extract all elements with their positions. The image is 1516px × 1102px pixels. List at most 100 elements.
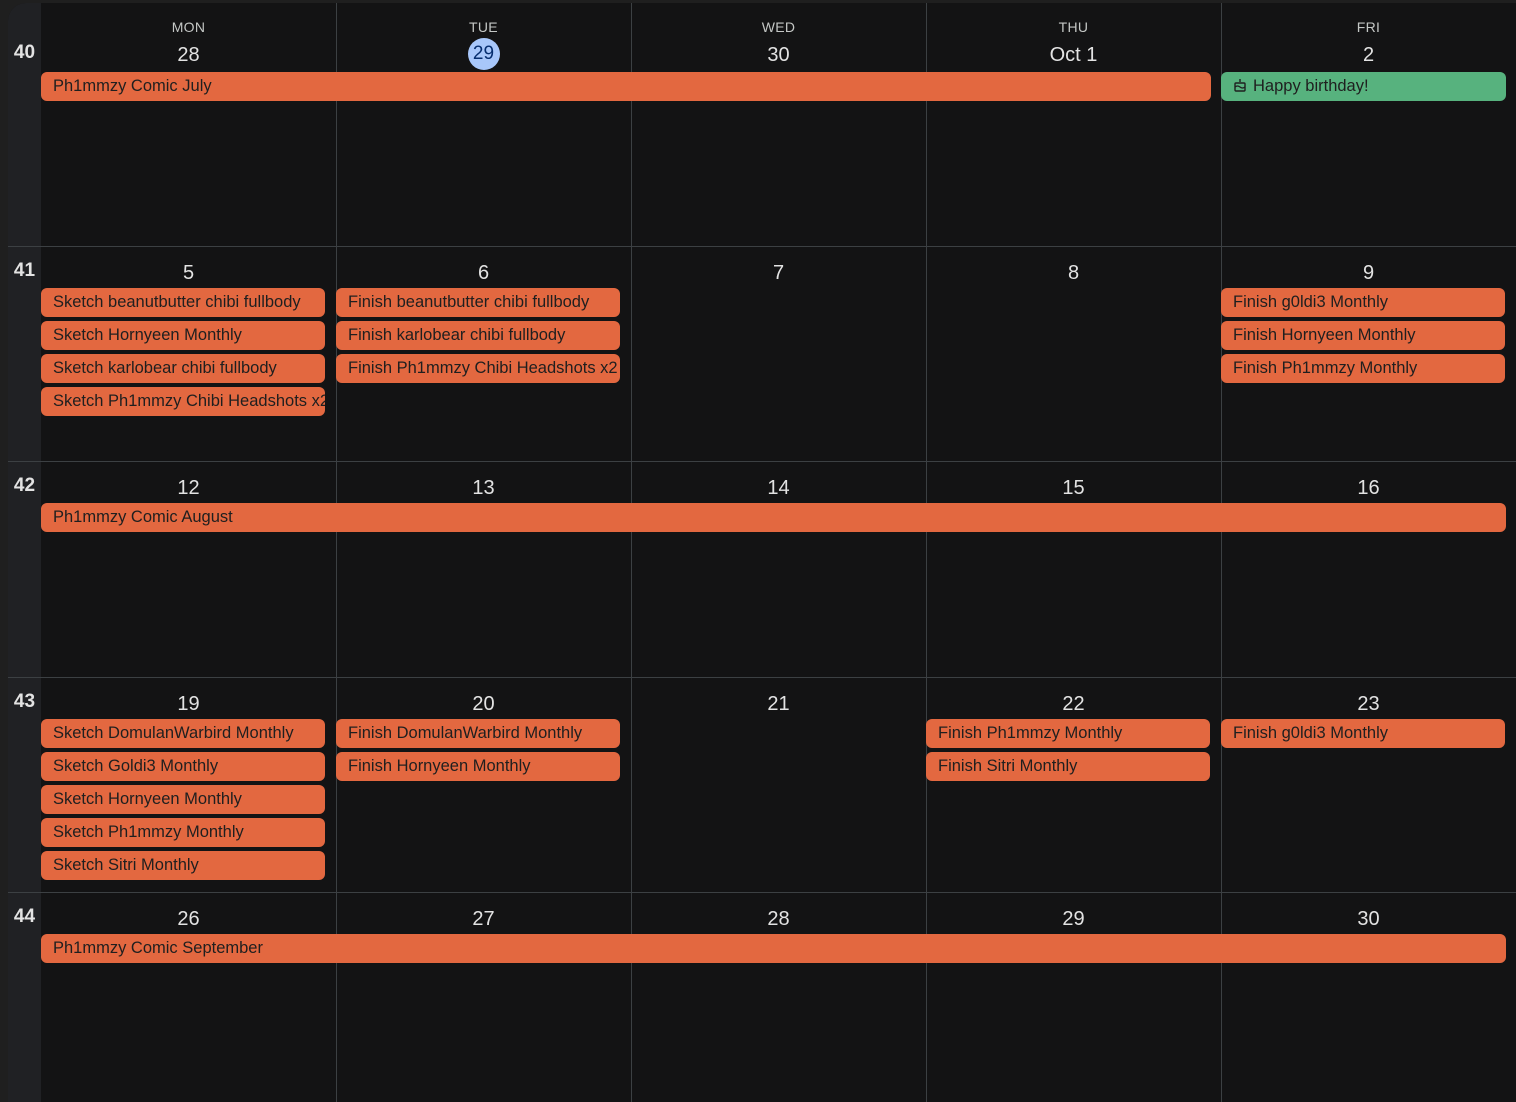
day-number: 5: [41, 258, 336, 288]
event-title: Finish g0ldi3 Monthly: [1233, 293, 1388, 311]
event-chip[interactable]: Sketch Ph1mmzy Chibi Headshots x2: [41, 387, 325, 416]
day-number-link[interactable]: 9: [1363, 262, 1374, 284]
week-number[interactable]: 40: [8, 42, 41, 64]
event-chip[interactable]: Finish beanutbutter chibi fullbody: [336, 288, 620, 317]
day-number-link[interactable]: 5: [183, 262, 194, 284]
today-indicator[interactable]: 29: [467, 38, 500, 70]
week-number[interactable]: 41: [8, 260, 41, 282]
event-chip[interactable]: Sketch Hornyeen Monthly: [41, 785, 325, 814]
event-chip[interactable]: Finish DomulanWarbird Monthly: [336, 719, 620, 748]
event-title: Sketch Hornyeen Monthly: [53, 326, 242, 344]
day-number: 21: [631, 689, 926, 719]
week-divider: [8, 246, 1516, 247]
day-number: 29: [926, 904, 1221, 934]
week-divider: [8, 677, 1516, 678]
week-number[interactable]: 44: [8, 906, 41, 928]
week-divider: [8, 461, 1516, 462]
day-number: 9: [1221, 258, 1516, 288]
day-number-link[interactable]: 6: [478, 262, 489, 284]
day-number: 7: [631, 258, 926, 288]
event-chip[interactable]: Sketch DomulanWarbird Monthly: [41, 719, 325, 748]
event-title: Ph1mmzy Comic August: [53, 508, 233, 526]
event-chip[interactable]: Finish Ph1mmzy Monthly: [926, 719, 1210, 748]
weekday-header: FRI: [1356, 19, 1381, 35]
day-number: 28: [631, 904, 926, 934]
event-chip[interactable]: Sketch Ph1mmzy Monthly: [41, 818, 325, 847]
day-number-link[interactable]: 30: [767, 44, 789, 66]
day-number-link[interactable]: 26: [177, 908, 199, 930]
event-title: Happy birthday!: [1253, 77, 1369, 95]
day-number-link[interactable]: 13: [472, 477, 494, 499]
event-chip[interactable]: Happy birthday!: [1221, 72, 1506, 101]
event-chip[interactable]: Finish Ph1mmzy Chibi Headshots x2: [336, 354, 620, 383]
event-title: Sketch Goldi3 Monthly: [53, 757, 219, 775]
day-number: 28: [41, 40, 336, 70]
day-number-link[interactable]: 14: [767, 477, 789, 499]
event-chip[interactable]: Finish Ph1mmzy Monthly: [1221, 354, 1505, 383]
event-title: Sketch Sitri Monthly: [53, 856, 199, 874]
day-number-link[interactable]: 27: [472, 908, 494, 930]
day-number-link[interactable]: 8: [1068, 262, 1079, 284]
event-chip[interactable]: Sketch Sitri Monthly: [41, 851, 325, 880]
event-title: Sketch Hornyeen Monthly: [53, 790, 242, 808]
event-title: Finish DomulanWarbird Monthly: [348, 724, 583, 742]
day-number-link[interactable]: 7: [773, 262, 784, 284]
day-number-link[interactable]: 23: [1357, 693, 1379, 715]
event-title: Sketch Ph1mmzy Monthly: [53, 823, 244, 841]
day-number-link[interactable]: Oct 1: [1050, 44, 1098, 66]
day-number: 12: [41, 473, 336, 503]
event-chip[interactable]: Sketch Hornyeen Monthly: [41, 321, 325, 350]
week-number[interactable]: 42: [8, 475, 41, 497]
event-chip[interactable]: Sketch Goldi3 Monthly: [41, 752, 325, 781]
event-title: Finish Hornyeen Monthly: [1233, 326, 1416, 344]
day-number-link[interactable]: 16: [1357, 477, 1379, 499]
day-number-link[interactable]: 19: [177, 693, 199, 715]
weekday-header: TUE: [469, 19, 498, 35]
day-number: 20: [336, 689, 631, 719]
day-number-link[interactable]: 28: [767, 908, 789, 930]
week-number-gutter: 40 41 42 43 44: [8, 3, 41, 1102]
week-number[interactable]: 43: [8, 691, 41, 713]
event-chip[interactable]: Ph1mmzy Comic August: [41, 503, 1506, 532]
day-number: 6: [336, 258, 631, 288]
week-divider: [8, 892, 1516, 893]
event-chip[interactable]: Finish Hornyeen Monthly: [1221, 321, 1505, 350]
day-number: 19: [41, 689, 336, 719]
day-number: 27: [336, 904, 631, 934]
day-number-link[interactable]: 20: [472, 693, 494, 715]
event-chip[interactable]: Finish karlobear chibi fullbody: [336, 321, 620, 350]
event-title: Finish g0ldi3 Monthly: [1233, 724, 1388, 742]
event-title: Sketch Ph1mmzy Chibi Headshots x2: [53, 392, 325, 410]
day-number-link[interactable]: 28: [177, 44, 199, 66]
day-number-link[interactable]: 2: [1363, 44, 1374, 66]
event-chip[interactable]: Finish Sitri Monthly: [926, 752, 1210, 781]
day-number-link[interactable]: 12: [177, 477, 199, 499]
event-title: Finish Sitri Monthly: [938, 757, 1078, 775]
day-number-link[interactable]: 30: [1357, 908, 1379, 930]
day-number: 30: [631, 40, 926, 70]
day-number-link[interactable]: 21: [767, 693, 789, 715]
event-title: Ph1mmzy Comic September: [53, 939, 263, 957]
event-title: Finish Ph1mmzy Monthly: [938, 724, 1123, 742]
event-chip[interactable]: Ph1mmzy Comic July: [41, 72, 1211, 101]
event-title: Sketch karlobear chibi fullbody: [53, 359, 277, 377]
event-chip[interactable]: Sketch beanutbutter chibi fullbody: [41, 288, 325, 317]
event-title: Ph1mmzy Comic July: [53, 77, 212, 95]
cake-icon: [1234, 79, 1246, 92]
event-chip[interactable]: Finish g0ldi3 Monthly: [1221, 719, 1505, 748]
day-number: 22: [926, 689, 1221, 719]
month-grid: 40 41 42 43 44 MON TUE WED THU FRI 28 29 30 Oct 1 2 Ph…: [8, 3, 1516, 1102]
day-number: 13: [336, 473, 631, 503]
day-number: 15: [926, 473, 1221, 503]
event-chip[interactable]: Finish Hornyeen Monthly: [336, 752, 620, 781]
event-chip[interactable]: Sketch karlobear chibi fullbody: [41, 354, 325, 383]
day-number-link[interactable]: 22: [1062, 693, 1084, 715]
event-title: Sketch DomulanWarbird Monthly: [53, 724, 294, 742]
day-number-link[interactable]: 29: [1062, 908, 1084, 930]
event-chip[interactable]: Finish g0ldi3 Monthly: [1221, 288, 1505, 317]
event-title: Finish Ph1mmzy Chibi Headshots x2: [348, 359, 618, 377]
event-title: Finish beanutbutter chibi fullbody: [348, 293, 590, 311]
day-number: 26: [41, 904, 336, 934]
event-chip[interactable]: Ph1mmzy Comic September: [41, 934, 1506, 963]
day-number-link[interactable]: 15: [1062, 477, 1084, 499]
